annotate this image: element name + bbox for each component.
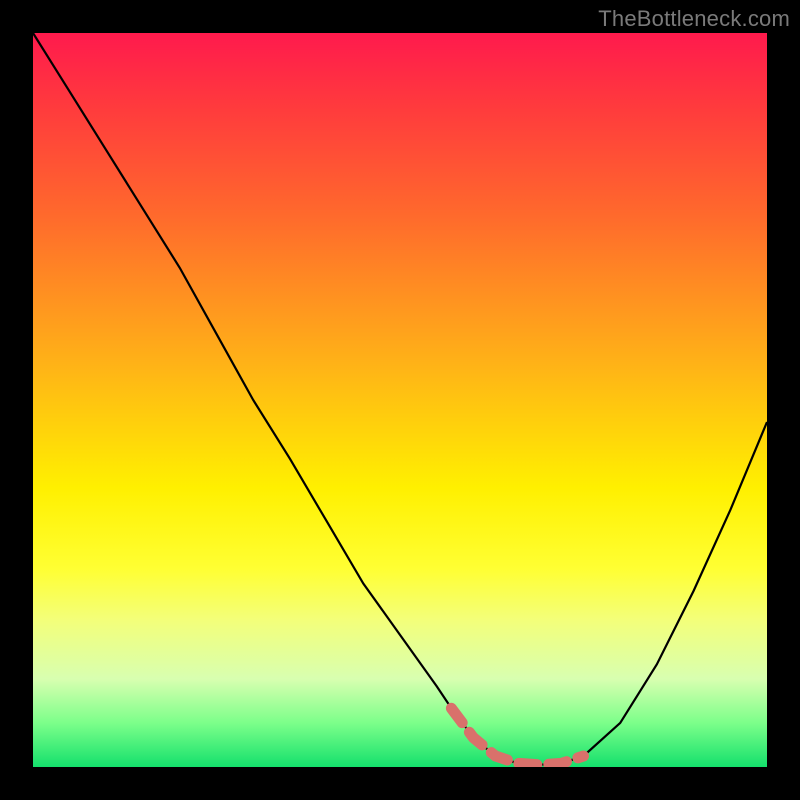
watermark-text: TheBottleneck.com bbox=[598, 6, 790, 32]
plot-area bbox=[33, 33, 767, 767]
optimal-range-highlight bbox=[451, 708, 583, 765]
bottleneck-curve bbox=[33, 33, 767, 767]
curve-path bbox=[33, 33, 767, 765]
chart-frame: TheBottleneck.com bbox=[0, 0, 800, 800]
